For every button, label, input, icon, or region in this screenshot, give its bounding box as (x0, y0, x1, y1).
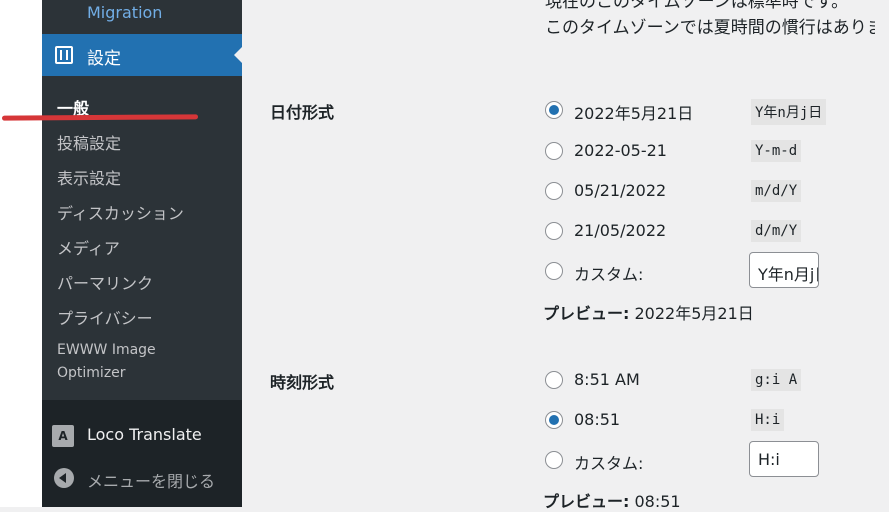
date-format-radio[interactable] (545, 222, 563, 240)
translate-icon: A (52, 425, 74, 447)
collapse-arrow-icon (54, 468, 74, 488)
settings-sliders-icon (55, 46, 73, 64)
time-format-option-label[interactable]: 08:51 (574, 410, 620, 429)
left-margin (0, 0, 42, 507)
date-format-option-label[interactable]: 2022-05-21 (574, 141, 667, 160)
time-format-custom-radio[interactable] (545, 451, 563, 469)
right-edge (875, 0, 889, 507)
submenu-item-media[interactable]: メディア (57, 235, 120, 259)
sidebar-item-migration[interactable]: Migration (42, 0, 242, 34)
date-format-option-label[interactable]: 05/21/2022 (574, 181, 666, 200)
time-format-radio[interactable] (545, 371, 563, 389)
date-format-radio[interactable] (545, 101, 563, 119)
timezone-description-line2: このタイムゾーンでは夏時間の慣行はありま (545, 18, 884, 38)
preview-label: プレビュー: (543, 492, 630, 511)
time-format-custom-input[interactable]: H:i (749, 441, 819, 477)
preview-value: 08:51 (634, 492, 681, 511)
sidebar-item-settings[interactable]: 設定 (42, 34, 242, 76)
submenu-item-privacy[interactable]: プライバシー (57, 305, 153, 329)
submenu-item-ewww-line1[interactable]: EWWW Image (57, 339, 156, 362)
date-format-custom-radio[interactable] (545, 262, 563, 280)
date-format-code: Y-m-d (751, 140, 802, 162)
date-format-radio[interactable] (545, 182, 563, 200)
preview-label: プレビュー: (543, 304, 630, 323)
submenu-item-reading[interactable]: 表示設定 (57, 165, 121, 189)
date-format-radio[interactable] (545, 142, 563, 160)
preview-value: 2022年5月21日 (634, 304, 754, 323)
date-format-label: 日付形式 (270, 103, 335, 122)
timezone-description-line1: 現在のこのタイムゾーンは標準時です。 (545, 0, 849, 12)
submenu-item-discussion[interactable]: ディスカッション (57, 200, 184, 224)
sidebar-item-loco-translate[interactable]: A Loco Translate (42, 415, 242, 455)
sidebar-item-label: 設定 (87, 49, 121, 69)
submenu-item-ewww-line2[interactable]: Optimizer (57, 362, 126, 385)
submenu-item-permalinks[interactable]: パーマリンク (57, 270, 153, 294)
date-format-custom-label[interactable]: カスタム: (574, 261, 643, 285)
date-format-code: Y年n月j日 (751, 99, 827, 125)
time-format-preview: プレビュー: 08:51 (543, 488, 681, 512)
current-menu-arrow (234, 47, 242, 63)
sidebar-item-label: Migration (87, 3, 163, 22)
date-format-custom-input[interactable]: Y年n月j日 (749, 252, 819, 288)
time-format-option-label[interactable]: 8:51 AM (574, 370, 640, 389)
date-format-code: m/d/Y (751, 180, 802, 202)
time-format-label: 時刻形式 (270, 373, 335, 392)
collapse-menu-label: メニューを閉じる (87, 472, 216, 491)
submenu-item-writing[interactable]: 投稿設定 (57, 130, 121, 154)
time-format-radio[interactable] (545, 411, 563, 429)
time-format-custom-label[interactable]: カスタム: (574, 450, 643, 474)
settings-submenu: 一般 投稿設定 表示設定 ディスカッション メディア パーマリンク プライバシー… (42, 76, 242, 400)
admin-sidebar: Migration 設定 一般 投稿設定 表示設定 ディスカッション メディア … (42, 0, 242, 507)
date-format-preview: プレビュー: 2022年5月21日 (543, 300, 754, 324)
time-format-code: g:i A (751, 369, 802, 391)
collapse-menu-button[interactable]: メニューを閉じる (42, 465, 242, 495)
date-format-option-label[interactable]: 21/05/2022 (574, 221, 666, 240)
date-format-code: d/m/Y (751, 220, 802, 242)
sidebar-item-label: Loco Translate (87, 425, 202, 444)
time-format-code: H:i (751, 409, 785, 431)
date-format-option-label[interactable]: 2022年5月21日 (574, 100, 693, 124)
